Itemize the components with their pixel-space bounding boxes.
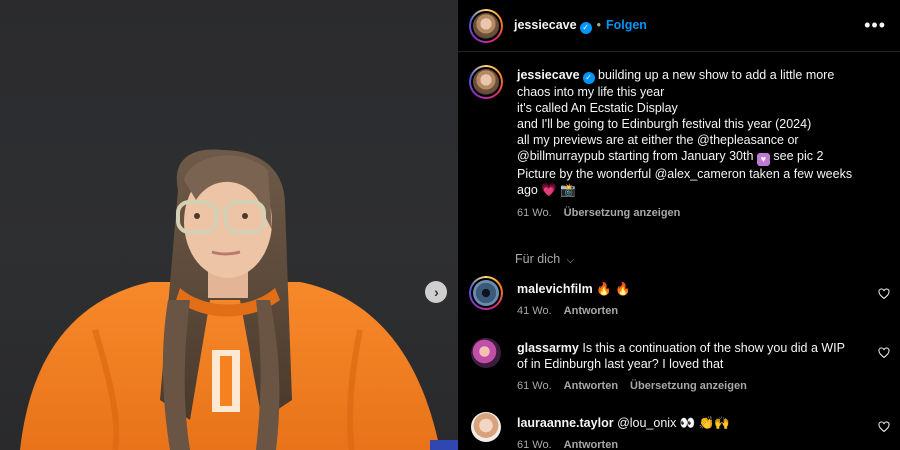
like-heart-icon[interactable] [878,288,890,300]
verified-icon: ✓ [582,72,595,84]
chevron-right-icon: › [434,284,439,300]
caption-time: 61 Wo. [517,207,552,219]
like-heart-icon[interactable] [878,421,890,433]
comment-item: lauraanne.taylor @lou_onix 👀 👏🙌 61 Wo. An… [517,415,877,450]
comment-item: malevichfilm 🔥 🔥 41 Wo. Antworten [517,281,877,319]
comment-meta: 61 Wo. Antworten [517,437,877,450]
separator-dot: • [596,18,601,32]
for-you-dropdown[interactable]: Für dich ⌵ [515,252,574,266]
post-header: jessiecave ✓ • Folgen ••• [458,0,900,52]
translate-button[interactable]: Übersetzung anzeigen [564,207,681,219]
comment-text: Is this a continuation of the show you d… [582,341,845,355]
like-heart-icon[interactable] [878,347,890,359]
comment-text: 🔥 🔥 [596,282,631,296]
comment-time: 61 Wo. [517,380,552,392]
reply-button[interactable]: Antworten [564,305,618,317]
caption-meta: 61 Wo. Übersetzung anzeigen [517,205,887,221]
caption-line: see pic 2 [773,149,824,163]
comment-item: glassarmy Is this a continuation of the … [517,340,877,394]
author-username[interactable]: jessiecave [514,18,577,32]
caption-line: all my previews are at either the @thepl… [517,133,799,147]
caption-username[interactable]: jessiecave [517,68,580,82]
caption-line: ago [517,183,538,197]
caption-line: it's called An Ecstatic Display [517,101,678,115]
reply-button[interactable]: Antworten [564,380,618,392]
caption-line: Picture by the wonderful @alex_cameron t… [517,167,853,181]
comment-text: of in Edinburgh last year? I loved that [517,357,724,371]
comment-meta: 61 Wo. Antworten Übersetzung anzeigen [517,378,877,394]
post-sidebar: jessiecave ✓ • Folgen ••• jessiecave ✓ build… [458,0,900,450]
camera-emoji-icon: 📸 [560,183,576,197]
comment-username[interactable]: malevichfilm [517,282,593,296]
post-caption: jessiecave ✓ building up a new show to ad… [517,67,887,221]
caption-avatar[interactable] [469,65,503,99]
chevron-down-icon: ⌵ [566,255,575,266]
comment-avatar[interactable] [471,412,501,442]
comment-username[interactable]: lauraanne.taylor [517,416,614,430]
comment-time: 41 Wo. [517,305,552,317]
caption-line: and I'll be going to Edinburgh festival … [517,117,812,131]
caption-line: building up a new show to add a little m… [598,68,835,82]
heart-emoji-icon: ♥ [756,153,770,166]
post-photo [20,149,458,450]
post-media[interactable]: › [0,0,458,450]
comment-meta: 41 Wo. Antworten [517,303,877,319]
follow-button[interactable]: Folgen [606,18,647,32]
reply-button[interactable]: Antworten [564,439,618,450]
author-avatar[interactable] [469,9,503,43]
translate-button[interactable]: Übersetzung anzeigen [630,380,747,392]
caption-line: @billmurraypub starting from January 30t… [517,149,754,163]
comment-time: 61 Wo. [517,439,552,450]
next-image-button[interactable]: › [425,281,447,303]
comment-text: @lou_onix 👀 👏🙌 [617,416,730,430]
verified-icon: ✓ [579,22,592,34]
comment-avatar[interactable] [469,276,503,310]
for-you-label: Für dich [515,252,561,266]
comment-username[interactable]: glassarmy [517,341,579,355]
pink-heart-emoji-icon: 💗 [541,183,557,197]
comment-avatar[interactable] [471,338,501,368]
caption-line: chaos into my life this year [517,85,665,99]
more-options-icon[interactable]: ••• [864,16,886,34]
